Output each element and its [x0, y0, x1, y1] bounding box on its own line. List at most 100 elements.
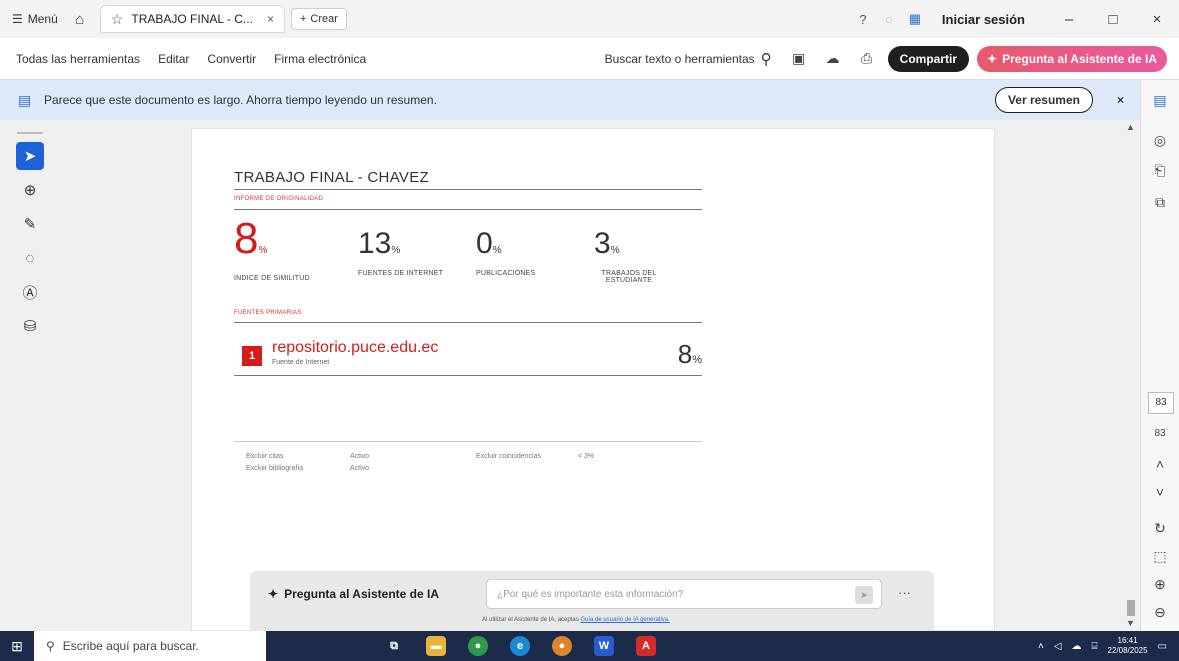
- taskbar-search[interactable]: ⚲ Escribe aquí para buscar.: [34, 631, 266, 661]
- tool-all[interactable]: Todas las herramientas: [16, 52, 140, 66]
- minimize-icon[interactable]: –: [1047, 11, 1091, 28]
- zoom-out-icon[interactable]: ⊖: [1141, 604, 1179, 621]
- lasso-tool-icon[interactable]: ◌: [16, 244, 44, 272]
- window-close-icon[interactable]: ×: [1135, 11, 1179, 28]
- clock-time: 16:41: [1117, 636, 1138, 645]
- comment-tool-icon[interactable]: ⊕: [16, 176, 44, 204]
- right-sidebar: ▤ ◎ ⎗ ⧉ 83 83 ˄ ˅ ↻ ⬚ ⊕ ⊖: [1140, 80, 1179, 631]
- scroll-up-icon[interactable]: ▲: [1126, 122, 1135, 132]
- select-tool-icon[interactable]: ➤: [16, 142, 44, 170]
- stat-student-label: TRABAJOS DEL ESTUDIANTE: [601, 270, 657, 284]
- upload-cloud-icon[interactable]: ☁: [820, 50, 846, 67]
- send-icon[interactable]: ➤: [855, 586, 873, 604]
- ai-question-input[interactable]: ¿Por qué es importante esta información?…: [486, 579, 882, 609]
- stat-similarity-unit: %: [258, 245, 268, 256]
- windows-start-icon[interactable]: ⊞: [0, 638, 34, 655]
- home-icon[interactable]: ⌂: [68, 11, 92, 28]
- print-icon[interactable]: ⎙: [854, 50, 880, 67]
- chrome-alt-icon[interactable]: ●: [552, 636, 572, 656]
- zoom-in-icon[interactable]: ⊕: [1141, 576, 1179, 593]
- stat-student-value: 3: [594, 227, 611, 260]
- main-toolbar: Todas las herramientas Editar Convertir …: [0, 38, 1179, 80]
- notifications-icon[interactable]: ▭: [1158, 641, 1167, 652]
- pen-tool-icon[interactable]: ✎: [16, 210, 44, 238]
- file-explorer-icon[interactable]: ▬: [426, 636, 446, 656]
- pages-icon[interactable]: ⧉: [1141, 194, 1179, 211]
- word-icon[interactable]: W: [594, 636, 614, 656]
- apps-icon[interactable]: ▦: [902, 11, 928, 27]
- ai-disclaimer-text: Al utilizar el Asistente de IA, aceptas: [482, 617, 579, 623]
- tab-title: TRABAJO FINAL - C...: [131, 12, 253, 26]
- stat-internet-unit: %: [391, 245, 401, 256]
- source-row: 1 repositorio.puce.edu.ec Fuente de Inte…: [234, 339, 702, 377]
- section-divider: [234, 209, 702, 210]
- tab-document[interactable]: ☆ TRABAJO FINAL - C... ×: [99, 5, 285, 33]
- stat-publications-value: 0: [476, 227, 493, 260]
- more-options-icon[interactable]: ···: [898, 585, 911, 600]
- new-tab-button[interactable]: + Crear: [290, 8, 347, 30]
- search-tools[interactable]: Buscar texto o herramientas ⚲: [605, 50, 772, 68]
- footer-divider: [234, 441, 702, 442]
- chrome-icon[interactable]: ●: [468, 636, 488, 656]
- ai-assistant-button[interactable]: ✦ Pregunta al Asistente de IA: [977, 45, 1167, 72]
- stat-publications: 0% PUBLICACIONES: [476, 227, 535, 278]
- clock[interactable]: 16:41 22/08/2025: [1108, 636, 1148, 656]
- menu-button[interactable]: ☰ Menú: [0, 12, 68, 26]
- vertical-scrollbar[interactable]: ▲ ▼: [1124, 120, 1138, 631]
- view-summary-button[interactable]: Ver resumen: [994, 87, 1093, 113]
- stamp-tool-icon[interactable]: ⛁: [16, 312, 44, 340]
- hamburger-icon: ☰: [12, 12, 23, 26]
- star-icon[interactable]: ☆: [111, 11, 124, 28]
- tool-edit[interactable]: Editar: [158, 52, 189, 66]
- ai-disclaimer: Al utilizar el Asistente de IA, aceptas …: [482, 617, 670, 623]
- previous-page-icon[interactable]: ˄: [1141, 456, 1179, 472]
- footer-excluir-bib: Excluir bibliografía: [246, 465, 304, 472]
- stat-student-unit: %: [610, 245, 620, 256]
- banner-close-icon[interactable]: ×: [1117, 93, 1124, 107]
- sources-divider: [234, 322, 702, 323]
- bookmark-icon[interactable]: ⎗: [1141, 162, 1179, 179]
- plus-icon: +: [299, 13, 307, 25]
- signin-button[interactable]: Iniciar sesión: [942, 12, 1025, 27]
- scroll-thumb[interactable]: [1127, 600, 1135, 616]
- taskbar-search-icon: ⚲: [46, 639, 55, 653]
- title-divider: [234, 189, 702, 190]
- volume-icon[interactable]: ◁: [1054, 641, 1062, 652]
- menu-label: Menú: [27, 12, 58, 26]
- task-view-icon[interactable]: ⧉: [384, 636, 404, 656]
- next-page-icon[interactable]: ˅: [1141, 484, 1179, 500]
- acrobat-icon[interactable]: A: [636, 636, 656, 656]
- ai-guide-link[interactable]: Guía de usuario de IA generativa.: [580, 617, 669, 623]
- source-domain[interactable]: repositorio.puce.edu.ec: [272, 339, 438, 357]
- tool-esign[interactable]: Firma electrónica: [274, 52, 366, 66]
- calendar-icon[interactable]: ▣: [786, 50, 812, 67]
- source-percent-unit: %: [692, 354, 702, 366]
- refresh-icon[interactable]: ↻: [1141, 520, 1179, 537]
- fit-page-icon[interactable]: ⬚: [1141, 548, 1179, 565]
- comments-icon[interactable]: ◎: [1141, 132, 1179, 149]
- document-page: TRABAJO FINAL - CHAVEZ INFORME DE ORIGIN…: [191, 128, 995, 631]
- cloud-icon[interactable]: ☁: [1072, 641, 1082, 652]
- ai-icon: ✦: [268, 587, 279, 601]
- network-icon[interactable]: ⌸: [1092, 641, 1098, 652]
- help-icon[interactable]: ?: [850, 12, 876, 27]
- share-button[interactable]: Compartir: [887, 45, 969, 72]
- stat-similarity: 8% INDICE DE SIMILITUD: [234, 217, 310, 283]
- tool-convert[interactable]: Convertir: [207, 52, 256, 66]
- new-tab-label: Crear: [310, 13, 338, 25]
- title-bar: ☰ Menú ⌂ ☆ TRABAJO FINAL - C... × + Crea…: [0, 0, 1179, 38]
- summary-panel-icon[interactable]: ▤: [1141, 92, 1179, 109]
- close-tab-icon[interactable]: ×: [267, 12, 274, 26]
- page-number-input[interactable]: 83: [1148, 392, 1174, 414]
- maximize-icon[interactable]: □: [1091, 11, 1135, 28]
- summary-banner: ▤ Parece que este documento es largo. Ah…: [0, 80, 1140, 120]
- text-box-tool-icon[interactable]: Ⓐ: [16, 278, 44, 306]
- scroll-down-icon[interactable]: ▼: [1126, 618, 1135, 628]
- notification-icon[interactable]: ○: [876, 12, 902, 27]
- tray-chevron-icon[interactable]: ˄: [1038, 641, 1044, 652]
- edge-icon[interactable]: e: [510, 636, 530, 656]
- footer-excluir-coinc-value: < 3%: [578, 453, 595, 460]
- search-icon: ⚲: [760, 50, 772, 68]
- summary-icon: ▤: [18, 91, 32, 108]
- toolbar-handle[interactable]: [17, 132, 43, 134]
